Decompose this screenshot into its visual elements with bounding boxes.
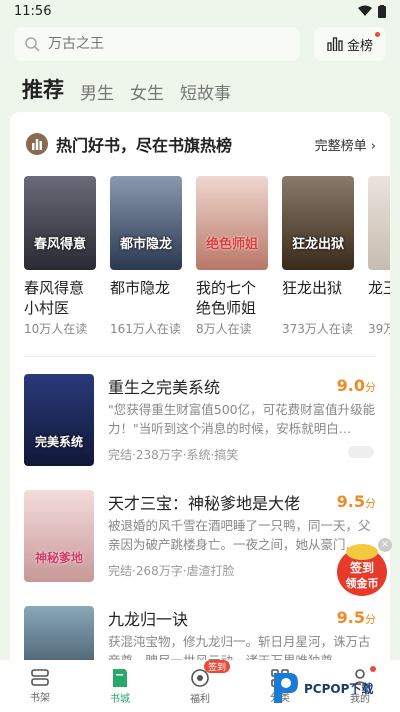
gold-rank-label: 金榜 — [346, 38, 373, 54]
gold-rank-button[interactable]: 金榜 — [314, 27, 386, 61]
checkin-float-badge[interactable]: 签到 领金币 — [336, 542, 388, 598]
search-icon — [25, 37, 40, 52]
book-score: 9.5分 — [337, 608, 376, 627]
book-score-unit: 分 — [365, 497, 376, 510]
book-cover[interactable]: 春风得意 — [24, 176, 96, 270]
nav-label: 书架 — [30, 692, 50, 704]
book-score-value: 9.0 — [336, 376, 365, 395]
watermark-text: PCPOP下载 — [304, 681, 374, 696]
hot-rank-icon — [26, 133, 48, 155]
tab-female[interactable]: 女生 — [130, 79, 164, 104]
book-list-item[interactable]: 九龙归一诀 9.5分 获混沌宝物，修九龙归一。斩日月星河，诛万古帝尊，睥尽一世风… — [24, 606, 376, 660]
book-title[interactable]: 天才三宝：神秘爹地是大佬 — [108, 490, 300, 514]
main-content: 热门好书，尽在书旗热榜 完整榜单 › 春风得意 春风得意小村医 10万人在读 都… — [10, 112, 390, 660]
book-cover-title: 狂龙出狱 — [291, 237, 344, 252]
book-readers: 373万人在读 — [282, 322, 353, 336]
book-cover-title: 都市隐龙 — [119, 237, 172, 252]
tab-short-story[interactable]: 短故事 — [180, 79, 231, 104]
hot-section-title-group: 热门好书，尽在书旗热榜 — [26, 132, 232, 156]
book-cover[interactable]: 完美系统 — [24, 374, 94, 466]
nav-label: 书城 — [110, 693, 130, 705]
book-readers: 39万 — [368, 322, 390, 336]
book-cover[interactable]: 绝色师姐 — [196, 176, 268, 270]
book-readers: 161万人在读 — [110, 322, 181, 336]
bookshelf-icon — [31, 668, 49, 686]
book-cover[interactable]: 神秘爹地 — [24, 490, 94, 582]
book-cover[interactable] — [24, 606, 94, 660]
book-readers: 10万人在读 — [24, 322, 88, 336]
status-bar: 11:56 — [0, 0, 400, 22]
book-score-unit: 分 — [365, 613, 376, 626]
book-score: 9.0分 — [337, 376, 376, 395]
status-icons — [358, 4, 386, 18]
nav-bookshelf[interactable]: 书架 — [10, 668, 70, 704]
hot-book-item[interactable]: 都市隐龙 都市隐龙 161万人在读 — [110, 176, 182, 346]
book-title[interactable]: 重生之完美系统 — [108, 374, 220, 398]
nav-bookstore[interactable]: 书城 — [90, 668, 150, 705]
status-time: 11:56 — [14, 3, 52, 19]
full-rank-link[interactable]: 完整榜单 › — [315, 135, 376, 154]
notification-dot — [375, 32, 380, 37]
dislike-toggle[interactable] — [348, 446, 374, 458]
hot-book-item[interactable]: 绝色师姐 我的七个绝色师姐 8万人在读 — [196, 176, 268, 346]
checkin-badge-line1: 签到 — [349, 560, 374, 575]
hot-book-item[interactable]: 春风得意 春风得意小村医 10万人在读 — [24, 176, 96, 346]
section-divider — [24, 356, 376, 357]
hot-book-strip[interactable]: 春风得意 春风得意小村医 10万人在读 都市隐龙 都市隐龙 161万人在读 绝色… — [24, 176, 390, 346]
watermark-logo: PCPOP下载 — [270, 668, 398, 708]
book-readers: 8万人在读 — [196, 322, 252, 336]
book-cover[interactable]: 龙 — [368, 176, 390, 270]
hot-book-item[interactable]: 狂龙出狱 狂龙出狱 373万人在读 — [282, 176, 354, 346]
battery-icon — [378, 4, 386, 18]
book-cover[interactable]: 都市隐龙 — [110, 176, 182, 270]
search-row: 金榜 — [14, 27, 386, 61]
book-meta: 完结·238万字·系统·搞笑 — [108, 448, 239, 462]
checkin-badge-line2: 领金币 — [345, 576, 379, 590]
book-title[interactable]: 狂龙出狱 — [282, 278, 354, 318]
book-cover-title: 神秘爹地 — [34, 551, 83, 565]
book-list-item[interactable]: 神秘爹地 天才三宝：神秘爹地是大佬 9.5分 被退婚的风千雪在酒吧睡了一只鸭，同… — [24, 490, 376, 600]
book-title[interactable]: 春风得意小村医 — [24, 278, 96, 318]
book-score-unit: 分 — [365, 381, 376, 394]
bookstore-icon — [113, 668, 127, 687]
search-input[interactable] — [48, 36, 268, 52]
book-cover-title: 龙 — [372, 233, 390, 252]
book-description: 获混沌宝物，修九龙归一。斩日月星河，诛万古帝尊，睥尽一世风云动，诸天万界唯独尊… — [108, 634, 371, 660]
book-cover-title: 春风得意 — [33, 237, 86, 252]
book-cover[interactable]: 狂龙出狱 — [282, 176, 354, 270]
book-cover-title: 绝色师姐 — [205, 237, 258, 252]
book-title[interactable]: 我的七个绝色师姐 — [196, 278, 268, 318]
checkin-badge: 签到 — [204, 659, 230, 673]
book-title[interactable]: 龙王 — [368, 278, 390, 318]
hot-book-item[interactable]: 龙 龙王 39万 — [368, 176, 390, 346]
nav-welfare[interactable]: 签到 福利 — [170, 659, 230, 705]
book-score-value: 9.5 — [336, 492, 365, 511]
book-meta: 完结·268万字·虐渣打脸 — [108, 564, 235, 578]
bar-chart-icon — [327, 37, 343, 51]
book-title[interactable]: 九龙归一诀 — [108, 606, 188, 630]
tab-recommend[interactable]: 推荐 — [22, 74, 64, 104]
book-title[interactable]: 都市隐龙 — [110, 278, 182, 318]
book-list-item[interactable]: 完美系统 重生之完美系统 9.0分 "您获得重生财富值500亿，可花费财富值升级… — [24, 374, 376, 484]
category-tabs: 推荐 男生 女生 短故事 — [22, 70, 231, 104]
search-box[interactable] — [14, 27, 300, 61]
hot-section-header: 热门好书，尽在书旗热榜 完整榜单 › — [26, 132, 376, 156]
nav-label: 福利 — [190, 693, 210, 705]
pcpop-logo-icon — [274, 673, 298, 703]
tab-male[interactable]: 男生 — [80, 79, 114, 104]
wifi-icon — [358, 5, 372, 16]
book-cover-title: 完美系统 — [34, 435, 83, 449]
book-description: "您获得重生财富值500亿，可花费财富值升级能力！"当听到这个消息的时候，安栎就… — [108, 402, 376, 436]
hot-section-title: 热门好书，尽在书旗热榜 — [56, 136, 233, 155]
book-score: 9.5分 — [337, 492, 376, 511]
book-score-value: 9.5 — [336, 608, 365, 627]
